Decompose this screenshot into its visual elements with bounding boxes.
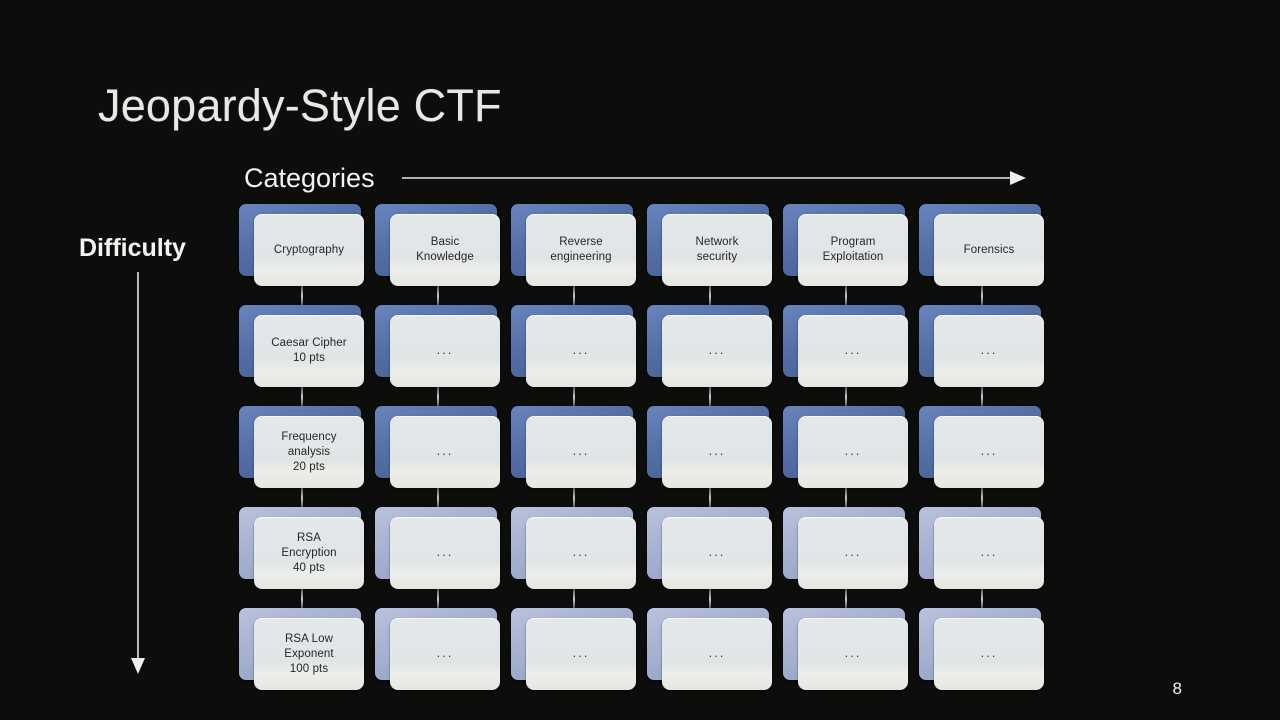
challenge-card[interactable]: RSA Low Exponent 100 pts [254,618,364,690]
challenge-cell[interactable]: ... [510,301,646,408]
ctf-board-grid: Cryptography Basic Knowledge Reverse engin… [0,0,1280,720]
category-label: Program Exploitation [822,236,884,263]
category-label: Forensics [963,243,1015,256]
challenge-label: ... [844,644,862,660]
challenge-card[interactable]: ... [662,315,772,387]
challenge-label: RSA Encryption 40 pts [281,531,337,574]
challenge-cell[interactable]: ... [782,301,918,408]
challenge-cell[interactable]: ... [646,503,782,610]
challenge-label: ... [980,341,998,357]
challenge-card[interactable]: RSA Encryption 40 pts [254,517,364,589]
challenge-cell[interactable]: ... [646,301,782,408]
challenge-label: ... [844,543,862,559]
challenge-label: ... [844,341,862,357]
challenge-label: ... [708,341,726,357]
challenge-card[interactable]: ... [526,315,636,387]
challenge-card[interactable]: Frequency analysis 20 pts [254,416,364,488]
challenge-label: ... [980,644,998,660]
challenge-card[interactable]: ... [934,315,1044,387]
challenge-cell[interactable]: ... [918,503,1054,610]
challenge-label: ... [572,644,590,660]
challenge-cell[interactable]: ... [646,402,782,509]
challenge-card[interactable]: ... [798,416,908,488]
challenge-cell[interactable]: ... [510,402,646,509]
category-label: Reverse engineering [550,236,612,263]
challenge-cell[interactable]: Network security [646,200,782,307]
challenge-label: ... [708,644,726,660]
category-card[interactable]: Forensics [934,214,1044,286]
challenge-label: ... [980,543,998,559]
challenge-card[interactable]: ... [390,315,500,387]
challenge-label: ... [436,644,454,660]
challenge-card[interactable]: ... [798,517,908,589]
challenge-card[interactable]: Caesar Cipher 10 pts [254,315,364,387]
challenge-label: ... [572,442,590,458]
challenge-card[interactable]: ... [662,618,772,690]
challenge-label: ... [980,442,998,458]
category-label: Cryptography [273,243,345,256]
challenge-card[interactable]: ... [934,416,1044,488]
category-card[interactable]: Network security [662,214,772,286]
challenge-card[interactable]: ... [526,618,636,690]
challenge-label: ... [572,341,590,357]
category-card[interactable]: Program Exploitation [798,214,908,286]
challenge-cell[interactable]: ... [510,604,646,704]
challenge-label: RSA Low Exponent 100 pts [284,632,334,675]
challenge-card[interactable]: ... [526,517,636,589]
challenge-cell[interactable]: Caesar Cipher 10 pts [238,301,374,408]
challenge-cell[interactable]: ... [918,604,1054,704]
challenge-card[interactable]: ... [798,315,908,387]
challenge-label: ... [436,442,454,458]
page-number: 8 [1172,679,1182,698]
challenge-cell[interactable]: ... [374,503,510,610]
category-card[interactable]: Cryptography [254,214,364,286]
challenge-cell[interactable]: Frequency analysis 20 pts [238,402,374,509]
challenge-card[interactable]: ... [662,517,772,589]
challenge-cell[interactable]: ... [510,503,646,610]
challenge-cell[interactable]: RSA Encryption 40 pts [238,503,374,610]
challenge-card[interactable]: ... [934,618,1044,690]
challenge-label: Caesar Cipher 10 pts [271,337,347,364]
category-label: Basic Knowledge [416,236,474,263]
challenge-label: ... [436,341,454,357]
challenge-cell[interactable]: ... [374,604,510,704]
challenge-cell[interactable]: Reverse engineering [510,200,646,307]
challenge-cell[interactable]: ... [918,301,1054,408]
challenge-label: ... [708,543,726,559]
challenge-cell[interactable]: Forensics [918,200,1054,307]
challenge-label: ... [844,442,862,458]
challenge-cell[interactable]: ... [782,503,918,610]
challenge-card[interactable]: ... [390,517,500,589]
category-label: Network security [695,236,739,263]
challenge-cell[interactable]: ... [918,402,1054,509]
challenge-card[interactable]: ... [798,618,908,690]
challenge-cell[interactable]: ... [374,402,510,509]
challenge-label: Frequency analysis 20 pts [281,430,337,473]
challenge-label: ... [436,543,454,559]
challenge-cell[interactable]: Basic Knowledge [374,200,510,307]
challenge-label: ... [572,543,590,559]
challenge-cell[interactable]: ... [374,301,510,408]
category-card[interactable]: Reverse engineering [526,214,636,286]
challenge-label: ... [708,442,726,458]
challenge-cell[interactable]: ... [782,402,918,509]
challenge-card[interactable]: ... [390,618,500,690]
category-card[interactable]: Basic Knowledge [390,214,500,286]
challenge-card[interactable]: ... [662,416,772,488]
slide-canvas: Jeopardy-Style CTF Categories Difficulty… [0,0,1280,720]
challenge-cell[interactable]: RSA Low Exponent 100 pts [238,604,374,704]
challenge-cell[interactable]: Program Exploitation [782,200,918,307]
challenge-card[interactable]: ... [934,517,1044,589]
challenge-cell[interactable]: ... [782,604,918,704]
challenge-card[interactable]: ... [526,416,636,488]
challenge-cell[interactable]: ... [646,604,782,704]
challenge-cell[interactable]: Cryptography [238,200,374,307]
challenge-card[interactable]: ... [390,416,500,488]
